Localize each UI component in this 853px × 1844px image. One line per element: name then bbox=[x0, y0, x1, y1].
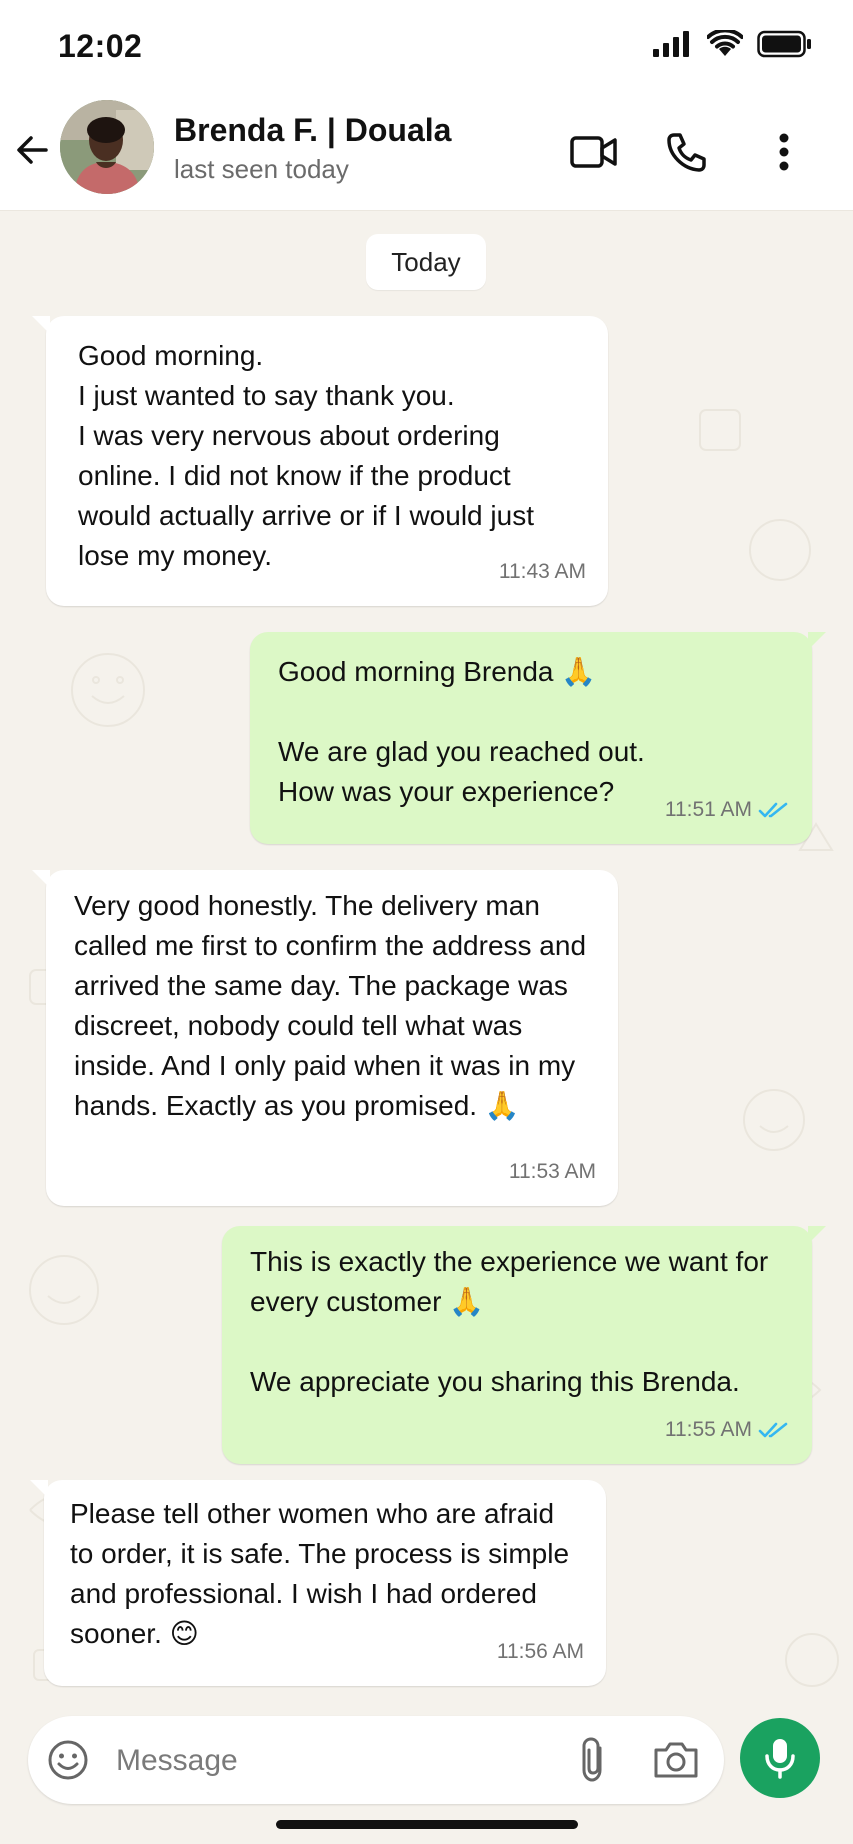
chat-area[interactable]: Today Good morning. I just wanted to say… bbox=[0, 210, 853, 1710]
voice-call-button[interactable] bbox=[658, 124, 714, 180]
signal-icon bbox=[653, 31, 689, 57]
arrow-left-icon bbox=[17, 136, 48, 164]
message-bubble-outgoing[interactable]: Good morning Brenda 🙏 We are glad you re… bbox=[250, 632, 826, 844]
message-time: 11:43 AM bbox=[498, 560, 586, 583]
message-bubble-outgoing[interactable]: This is exactly the experience we want f… bbox=[222, 1226, 826, 1464]
bubble-tail bbox=[808, 1226, 826, 1244]
home-indicator[interactable] bbox=[276, 1820, 578, 1829]
status-icons bbox=[653, 30, 813, 58]
message-meta: 11:55 AM bbox=[665, 1410, 790, 1450]
message-bubble-incoming[interactable]: Very good honestly. The delivery man cal… bbox=[32, 870, 618, 1206]
message-meta: 11:51 AM bbox=[665, 790, 790, 830]
avatar[interactable] bbox=[60, 100, 154, 194]
microphone-icon bbox=[765, 1739, 795, 1779]
contact-photo bbox=[60, 100, 154, 194]
battery-icon bbox=[757, 30, 811, 58]
message-meta: 11:53 AM bbox=[509, 1152, 596, 1192]
camera-icon bbox=[654, 1742, 698, 1778]
bubble-tail bbox=[30, 1480, 48, 1498]
back-button[interactable] bbox=[12, 122, 52, 178]
status-time: 12:02 bbox=[58, 28, 143, 64]
video-camera-icon bbox=[570, 136, 617, 168]
more-vertical-icon bbox=[779, 133, 789, 171]
video-call-button[interactable] bbox=[566, 124, 622, 180]
camera-button[interactable] bbox=[652, 1738, 700, 1782]
contact-name[interactable]: Brenda F. | Douala bbox=[174, 112, 451, 149]
double-check-read-icon bbox=[758, 1422, 788, 1438]
message-meta: 11:56 AM bbox=[497, 1632, 584, 1672]
more-options-button[interactable] bbox=[756, 124, 812, 180]
message-meta: 11:43 AM bbox=[499, 552, 586, 592]
message-time: 11:56 AM bbox=[496, 1640, 584, 1663]
phone-icon bbox=[667, 133, 706, 172]
bubble-tail bbox=[808, 632, 826, 650]
attach-button[interactable] bbox=[574, 1736, 614, 1784]
bubble-tail bbox=[32, 870, 50, 888]
message-text: This is exactly the experience we want f… bbox=[250, 1246, 769, 1397]
message-text: Very good honestly. The delivery man cal… bbox=[74, 890, 587, 1121]
message-time: 11:53 AM bbox=[508, 1160, 596, 1183]
voice-message-button[interactable] bbox=[740, 1718, 820, 1798]
chat-header: Brenda F. | Douala last seen today bbox=[0, 92, 853, 211]
contact-status: last seen today bbox=[174, 154, 349, 184]
paperclip-icon bbox=[582, 1737, 602, 1782]
bubble-tail bbox=[32, 316, 50, 334]
status-bar: 12:02 bbox=[0, 0, 853, 92]
message-input[interactable] bbox=[114, 1730, 558, 1792]
wifi-icon bbox=[707, 30, 743, 56]
message-text: Good morning. I just wanted to say thank… bbox=[78, 340, 534, 571]
emoji-icon bbox=[48, 1740, 88, 1780]
date-chip: Today bbox=[366, 234, 486, 290]
message-bubble-incoming[interactable]: Good morning. I just wanted to say thank… bbox=[32, 316, 608, 606]
emoji-button[interactable] bbox=[46, 1738, 90, 1782]
message-text: Please tell other women who are afraid t… bbox=[70, 1498, 570, 1649]
message-time: 11:55 AM bbox=[664, 1418, 752, 1441]
message-composer bbox=[28, 1716, 724, 1804]
double-check-read-icon bbox=[758, 802, 788, 818]
message-bubble-incoming[interactable]: Please tell other women who are afraid t… bbox=[30, 1480, 606, 1686]
message-time: 11:51 AM bbox=[664, 798, 752, 821]
message-text: Good morning Brenda 🙏 We are glad you re… bbox=[278, 656, 645, 807]
